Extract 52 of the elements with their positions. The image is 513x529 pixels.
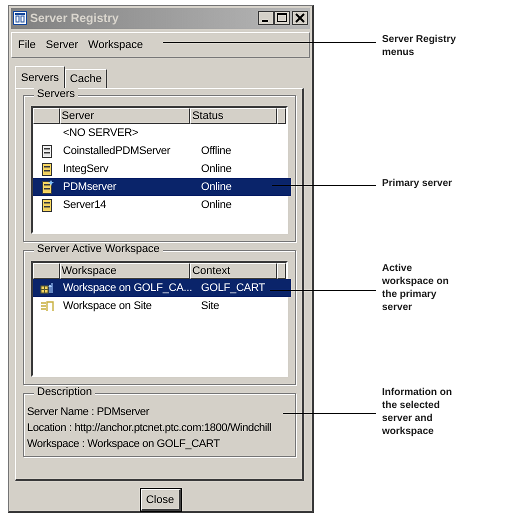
description-line: Server Name : PDMserver xyxy=(27,406,150,418)
table-cell-text: Server14 xyxy=(62,199,108,212)
close-button[interactable]: Close xyxy=(140,489,180,511)
workspace-row[interactable]: Workspace on GOLF_CA... GOLF_CART xyxy=(33,279,291,298)
maximize-button[interactable] xyxy=(274,11,290,26)
column-header[interactable]: Status xyxy=(190,108,278,124)
server-row[interactable]: Server14 Online xyxy=(33,196,291,214)
callout-text: Server Registry menus xyxy=(382,33,456,59)
tab[interactable]: Servers xyxy=(15,66,65,88)
table-cell-text: CoinstalledPDMServer xyxy=(62,145,172,158)
column-header[interactable] xyxy=(33,108,60,124)
group-title: Description xyxy=(34,386,96,398)
group-title: Server Active Workspace xyxy=(34,243,163,256)
callout-text: Active workspace on the primary server xyxy=(382,262,449,314)
table-cell: Online xyxy=(201,199,232,212)
column-header[interactable]: Server xyxy=(60,108,190,124)
column-header[interactable]: Context xyxy=(190,263,278,280)
table-cell-text: Workspace on Site xyxy=(62,300,153,312)
column-header[interactable] xyxy=(33,263,60,280)
table-cell-text: <NO SERVER> xyxy=(62,127,140,140)
menu-item[interactable]: Server xyxy=(46,39,78,52)
table-cell: GOLF_CART xyxy=(201,282,266,294)
table-cell: Online xyxy=(201,163,232,176)
server-row[interactable]: <NO SERVER> xyxy=(33,124,291,142)
workspace-row[interactable]: Workspace on Site Site xyxy=(33,297,291,316)
table-cell: Online xyxy=(201,181,232,194)
callout-text: Information on the selected server and workspace xyxy=(382,386,452,438)
menu-item[interactable]: File xyxy=(18,39,36,52)
close-icon[interactable] xyxy=(292,11,308,26)
workspace-icon xyxy=(40,299,54,314)
group-title: Servers xyxy=(34,88,78,100)
table-cell: Offline xyxy=(201,145,232,158)
server-icon xyxy=(40,162,54,176)
server-icon xyxy=(40,198,54,212)
table-cell-text: Workspace on GOLF_CA... xyxy=(62,282,194,294)
description-line: Location : http://anchor.ptcnet.ptc.com:1800/Windchill xyxy=(27,422,272,434)
table-cell-text: PDMserver xyxy=(62,181,118,194)
table-cell-text: IntegServ xyxy=(62,163,110,176)
server-row[interactable]: CoinstalledPDMServer Offline xyxy=(33,142,291,160)
table-cell: Site xyxy=(201,300,220,312)
workspace-active-icon xyxy=(40,281,54,296)
menu-item[interactable]: Workspace xyxy=(88,39,143,52)
description-line: Workspace : Workspace on GOLF_CART xyxy=(27,438,221,450)
minimize-button[interactable] xyxy=(258,11,274,26)
server-row[interactable]: PDMserver Online xyxy=(33,178,291,196)
column-header[interactable]: Workspace xyxy=(60,263,190,280)
window-title: Server Registry xyxy=(30,11,120,26)
tab[interactable]: Cache xyxy=(64,69,107,88)
app-icon xyxy=(13,11,27,26)
server-row[interactable]: IntegServ Online xyxy=(33,160,291,178)
server-icon xyxy=(40,144,54,158)
callout-text: Primary server xyxy=(382,177,452,190)
